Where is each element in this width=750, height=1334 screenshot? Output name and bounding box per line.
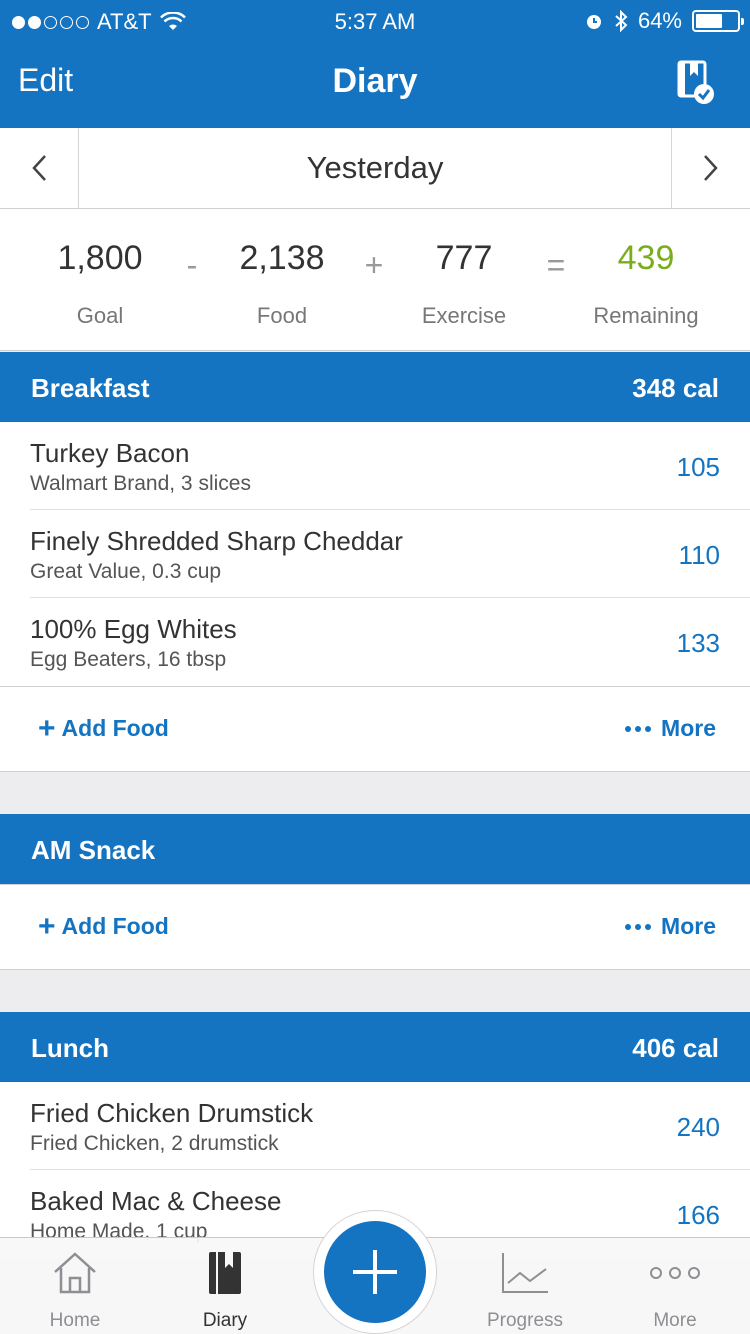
plus-icon: + [38, 711, 56, 745]
food-name: 100% Egg Whites [30, 614, 237, 644]
chevron-left-icon [32, 155, 46, 181]
edit-button[interactable]: Edit [18, 62, 73, 99]
diary-complete-icon[interactable] [676, 58, 716, 106]
chevron-right-icon [704, 155, 718, 181]
more-dots-icon [625, 725, 652, 732]
exercise-label: Exercise [421, 303, 507, 328]
exercise-value: 777 [435, 239, 493, 277]
food-name: Fried Chicken Drumstick [30, 1098, 314, 1128]
food-name: Baked Mac & Cheese [30, 1186, 282, 1216]
goal-label: Goal [76, 303, 124, 328]
header: AT&T 5:37 AM 64% Edit Diary [0, 0, 750, 128]
tab-label: More [653, 1310, 697, 1331]
more-dots-icon [625, 923, 652, 930]
meal-name: Lunch [31, 1033, 109, 1063]
food-calories: 166 [676, 1200, 720, 1230]
bluetooth-icon [615, 10, 628, 32]
more-dots-icon [650, 1267, 700, 1279]
date-navigator: Yesterday [0, 128, 750, 209]
quick-add-button[interactable] [324, 1221, 426, 1323]
tab-progress[interactable]: Progress [450, 1248, 600, 1332]
exercise-column: 777 Exercise [384, 239, 544, 329]
meal-name: AM Snack [31, 835, 156, 865]
next-day-button[interactable] [671, 128, 750, 208]
diary-icon [209, 1252, 241, 1294]
plus-icon [353, 1250, 397, 1294]
home-icon [54, 1252, 96, 1294]
tab-label: Progress [486, 1310, 564, 1331]
food-entry[interactable]: Fried Chicken Drumstick Fried Chicken, 2… [0, 1082, 750, 1170]
food-column: 2,138 Food [202, 239, 362, 329]
food-description: Great Value, 0.3 cup [30, 560, 222, 583]
food-description: Fried Chicken, 2 drumstick [30, 1132, 279, 1155]
food-calories: 133 [676, 628, 720, 658]
battery-icon [692, 10, 744, 32]
status-bar: AT&T 5:37 AM 64% [0, 0, 750, 40]
previous-day-button[interactable] [0, 128, 79, 208]
meal-calories: 348 cal [632, 373, 719, 403]
food-calories: 240 [676, 1112, 720, 1142]
meal-header-breakfast: Breakfast 348 cal [0, 352, 750, 422]
food-description: Egg Beaters, 16 tbsp [30, 648, 227, 671]
food-calories: 110 [678, 540, 720, 570]
progress-chart-icon [502, 1253, 548, 1293]
tab-label: Diary [202, 1310, 248, 1331]
date-label[interactable]: Yesterday [79, 150, 671, 186]
tab-more[interactable]: More [600, 1248, 750, 1332]
remaining-column: 439 Remaining [566, 239, 726, 329]
remaining-value: 439 [617, 239, 675, 277]
meal-header-lunch: Lunch 406 cal [0, 1012, 750, 1082]
food-name: Turkey Bacon [30, 438, 190, 468]
page-title: Diary [332, 62, 418, 100]
food-entry[interactable]: Finely Shredded Sharp Cheddar Great Valu… [0, 510, 750, 598]
more-label: More [661, 913, 716, 939]
plus-icon: + [38, 909, 56, 943]
food-entry[interactable]: 100% Egg Whites Egg Beaters, 16 tbsp 133 [0, 598, 750, 686]
add-food-label: Add Food [61, 913, 169, 939]
tab-label: Home [49, 1310, 101, 1331]
goal-value: 1,800 [57, 239, 143, 277]
remaining-label: Remaining [593, 303, 699, 328]
food-name: Finely Shredded Sharp Cheddar [30, 526, 403, 556]
add-food-button[interactable]: + Add Food [38, 909, 169, 943]
food-calories: 105 [676, 452, 720, 482]
add-food-button[interactable]: + Add Food [38, 711, 169, 745]
battery-percent: 64% [637, 8, 682, 33]
breakfast-actions: + Add Food More [0, 686, 750, 772]
calorie-summary[interactable]: 1,800 Goal - 2,138 Food + 777 Exercise =… [0, 209, 750, 351]
alarm-icon [586, 15, 601, 29]
food-entry[interactable]: Turkey Bacon Walmart Brand, 3 slices 105 [0, 422, 750, 510]
more-button[interactable]: More [625, 715, 716, 742]
food-label: Food [256, 303, 308, 328]
am-snack-actions: + Add Food More [0, 884, 750, 970]
meal-header-am-snack: AM Snack [0, 814, 750, 884]
more-label: More [661, 715, 716, 741]
meal-calories: 406 cal [632, 1033, 719, 1063]
food-value: 2,138 [239, 239, 325, 277]
add-food-label: Add Food [61, 715, 169, 741]
meal-name: Breakfast [31, 373, 150, 403]
tab-home[interactable]: Home [0, 1248, 150, 1332]
goal-column: 1,800 Goal [20, 239, 180, 329]
more-button[interactable]: More [625, 913, 716, 940]
food-description: Walmart Brand, 3 slices [30, 472, 251, 495]
tab-diary[interactable]: Diary [150, 1248, 300, 1332]
